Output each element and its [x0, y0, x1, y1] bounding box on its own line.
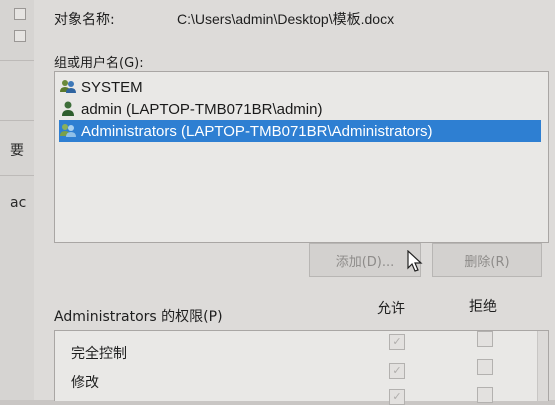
mouse-cursor-icon [407, 249, 423, 274]
user-icon [59, 100, 77, 118]
remove-button[interactable]: 删除(R) [432, 243, 542, 277]
object-name-label: 对象名称: [54, 12, 115, 28]
permission-name: 修改 [71, 375, 99, 391]
group-users-icon [59, 122, 77, 140]
divider [0, 120, 34, 121]
object-name-value: C:\Users\admin\Desktop\模板.docx [177, 11, 395, 27]
principals-listbox[interactable]: SYSTEM admin (LAPTOP-TMB071BR\admin) Adm… [54, 71, 549, 243]
deny-column-header: 拒绝 [469, 299, 497, 315]
group-or-user-label: 组或用户名(G): [54, 56, 144, 71]
allow-checkbox[interactable]: ✓ [389, 363, 405, 379]
background-text: 要 [10, 143, 24, 159]
deny-checkbox[interactable] [477, 387, 493, 403]
background-checkbox[interactable] [14, 30, 26, 42]
add-button[interactable]: 添加(D)... [309, 243, 421, 277]
permissions-scrollbar[interactable] [537, 331, 548, 401]
group-users-icon [59, 78, 77, 96]
background-text: ac [10, 195, 27, 211]
list-item[interactable]: admin (LAPTOP-TMB071BR\admin) [59, 98, 322, 120]
allow-checkbox[interactable]: ✓ [389, 334, 405, 350]
permissions-title: Administrators 的权限(P) [54, 309, 223, 325]
allow-checkbox[interactable]: ✓ [389, 389, 405, 405]
security-dialog: 对象名称: C:\Users\admin\Desktop\模板.docx 组或用… [34, 0, 555, 405]
divider [0, 60, 34, 61]
permissions-list: 完全控制 ✓ 修改 ✓ ✓ [54, 330, 549, 405]
list-item-label: SYSTEM [81, 78, 143, 96]
allow-column-header: 允许 [377, 301, 405, 317]
list-item-selected[interactable]: Administrators (LAPTOP-TMB071BR\Administ… [59, 120, 541, 142]
deny-checkbox[interactable] [477, 359, 493, 375]
background-checkbox[interactable] [14, 8, 26, 20]
background-window: 要 ac [0, 0, 35, 400]
permission-name: 完全控制 [71, 346, 127, 362]
list-item-label: Administrators (LAPTOP-TMB071BR\Administ… [81, 122, 433, 140]
divider [0, 175, 34, 176]
list-item[interactable]: SYSTEM [59, 76, 143, 98]
list-item-label: admin (LAPTOP-TMB071BR\admin) [81, 100, 323, 118]
deny-checkbox[interactable] [477, 331, 493, 347]
